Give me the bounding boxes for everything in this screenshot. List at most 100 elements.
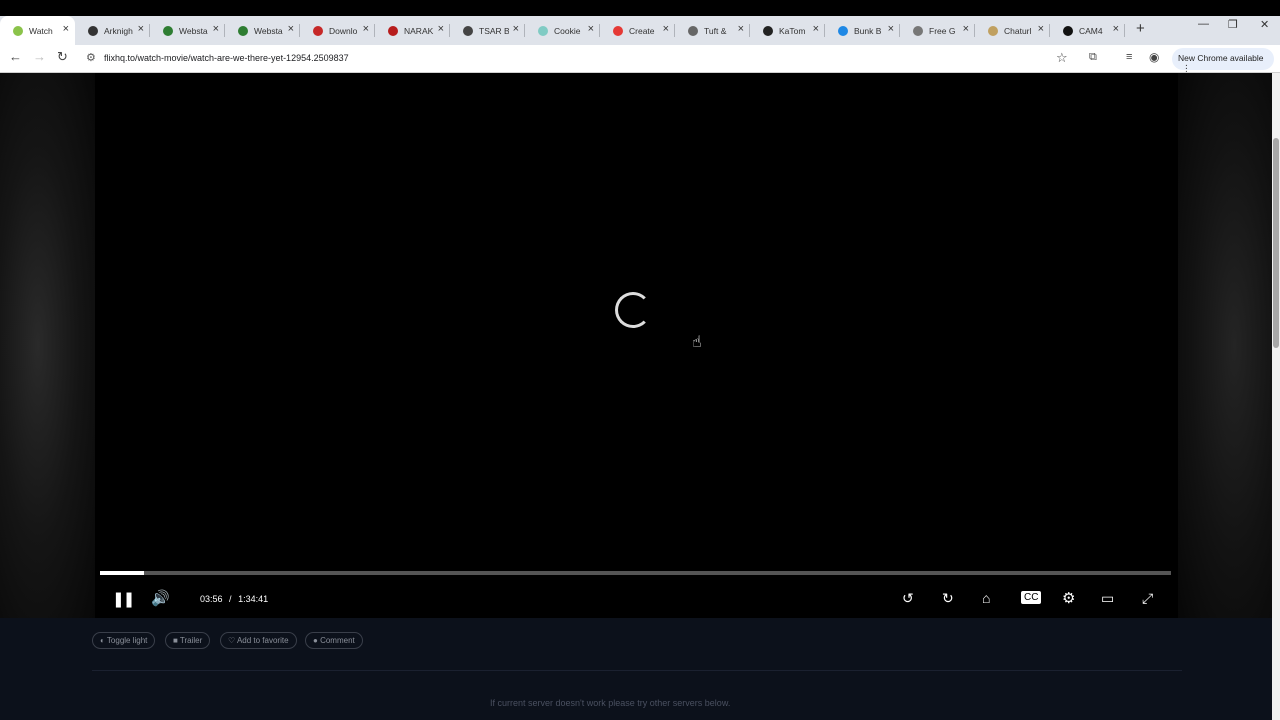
- comment-icon: ●: [313, 636, 318, 645]
- browser-tab[interactable]: CAM4 ×: [1050, 16, 1125, 45]
- bookmark-star-icon[interactable]: ☆: [1056, 50, 1068, 66]
- tab-separator: [1124, 24, 1125, 37]
- top-bezel: [0, 0, 1280, 16]
- profile-icon[interactable]: ◉: [1149, 50, 1159, 64]
- update-chrome-button[interactable]: New Chrome available ⋮: [1172, 48, 1274, 73]
- browser-tab[interactable]: Free G ×: [900, 16, 975, 45]
- tab-favicon-icon: [13, 25, 23, 36]
- seek-bar-played: [100, 571, 145, 575]
- rewind-10-icon[interactable]: ↺: [902, 590, 914, 607]
- tab-close-icon[interactable]: ×: [588, 23, 594, 35]
- tab-title: Bunk B: [854, 25, 882, 36]
- browser-tab[interactable]: Watch ×: [0, 16, 75, 45]
- menu-icon[interactable]: ⋮: [1182, 63, 1191, 73]
- video-camera-icon: ■: [173, 636, 178, 645]
- address-bar[interactable]: ⚙ flixhq.to/watch-movie/watch-are-we-the…: [80, 48, 1080, 70]
- tab-favicon-icon: [88, 25, 98, 36]
- fullscreen-icon[interactable]: ⤢: [1142, 590, 1153, 607]
- tab-close-icon[interactable]: ×: [513, 23, 519, 35]
- tab-favicon-icon: [913, 25, 923, 36]
- toggle-light-label: Toggle light: [106, 636, 148, 645]
- browser-tab[interactable]: Tuft & ×: [675, 16, 750, 45]
- picture-in-picture-icon[interactable]: ▭: [1101, 590, 1114, 607]
- tab-close-icon[interactable]: ×: [963, 23, 969, 35]
- tab-close-icon[interactable]: ×: [888, 23, 894, 35]
- tab-close-icon[interactable]: ×: [663, 23, 669, 35]
- new-tab-button[interactable]: +: [1136, 20, 1145, 37]
- tab-close-icon[interactable]: ×: [363, 23, 369, 35]
- toggle-light-button[interactable]: ◐ Toggle light: [92, 632, 156, 649]
- minimize-button[interactable]: —: [1198, 18, 1209, 30]
- captions-icon[interactable]: CC: [1021, 591, 1042, 604]
- tab-favicon-icon: [613, 25, 623, 36]
- cast-icon[interactable]: ⌂: [982, 590, 990, 606]
- restore-button[interactable]: ❐: [1228, 18, 1238, 31]
- browser-tab[interactable]: KaTom ×: [750, 16, 825, 45]
- back-icon[interactable]: ←: [9, 49, 22, 64]
- tab-close-icon[interactable]: ×: [1113, 23, 1119, 35]
- tab-close-icon[interactable]: ×: [813, 23, 819, 35]
- media-controls-icon[interactable]: ≡: [1126, 51, 1132, 63]
- forward-10-icon[interactable]: ↻: [942, 590, 954, 607]
- tab-title: Arknigh: [104, 25, 133, 36]
- time-separator: /: [229, 594, 232, 604]
- divider: [92, 670, 1182, 671]
- hand-cursor-icon: ☝: [692, 334, 702, 351]
- site-info-icon[interactable]: ⚙: [86, 51, 96, 64]
- browser-tab[interactable]: Create ×: [600, 16, 675, 45]
- toggle-light-icon: ◐: [100, 636, 105, 645]
- forward-icon[interactable]: →: [33, 49, 46, 64]
- tab-favicon-icon: [688, 25, 698, 36]
- browser-toolbar: ← → ↻ ⚙ flixhq.to/watch-movie/watch-are-…: [0, 45, 1280, 73]
- tab-close-icon[interactable]: ×: [213, 23, 219, 35]
- tab-close-icon[interactable]: ×: [1038, 23, 1044, 35]
- seek-bar[interactable]: [100, 571, 1171, 575]
- server-hint: If current server doesn't work please tr…: [490, 698, 731, 708]
- video-player[interactable]: [95, 73, 1178, 618]
- tab-title: KaTom: [779, 25, 806, 36]
- browser-tab[interactable]: Arknigh ×: [75, 16, 150, 45]
- add-to-favorite-button[interactable]: ♡ Add to favorite: [220, 632, 297, 649]
- tab-title: Websta: [254, 25, 283, 36]
- browser-tab[interactable]: Websta ×: [225, 16, 300, 45]
- update-label: New Chrome available: [1178, 53, 1264, 63]
- tab-title: CAM4: [1079, 25, 1103, 36]
- comment-button[interactable]: ● Comment: [305, 632, 363, 649]
- tab-close-icon[interactable]: ×: [438, 23, 444, 35]
- tabs-row: Watch × Arknigh × Websta × Websta × Downlo × NARAK…: [0, 16, 1125, 45]
- browser-tab[interactable]: Chaturl ×: [975, 16, 1050, 45]
- loading-spinner-icon: [615, 292, 651, 328]
- tab-title: NARAK: [404, 25, 434, 36]
- url-text[interactable]: flixhq.to/watch-movie/watch-are-we-there…: [104, 53, 349, 63]
- tab-close-icon[interactable]: ×: [138, 23, 144, 35]
- tab-title: Create: [629, 25, 655, 36]
- tab-close-icon[interactable]: ×: [63, 23, 69, 35]
- tab-close-icon[interactable]: ×: [288, 23, 294, 35]
- trailer-label: Trailer: [179, 636, 203, 645]
- cast-tab-icon[interactable]: ⧉: [1089, 51, 1097, 64]
- page-content: ☝ ❚❚ 🔊 03:56 / 1:34:41 ↺ ↻ ⌂ CC ⚙ ▭ ⤢ ◐ …: [0, 73, 1272, 720]
- scrollbar[interactable]: [1272, 73, 1280, 720]
- browser-tab[interactable]: Cookie ×: [525, 16, 600, 45]
- tab-close-icon[interactable]: ×: [738, 23, 744, 35]
- browser-tab[interactable]: NARAK ×: [375, 16, 450, 45]
- tab-favicon-icon: [838, 25, 848, 36]
- pause-icon[interactable]: ❚❚: [112, 590, 135, 608]
- browser-tab[interactable]: TSAR B ×: [450, 16, 525, 45]
- tab-title: Cookie: [554, 25, 581, 36]
- comment-label: Comment: [320, 636, 355, 645]
- browser-tab[interactable]: Bunk B ×: [825, 16, 900, 45]
- close-window-button[interactable]: ✕: [1260, 18, 1269, 31]
- scrollbar-thumb[interactable]: [1273, 138, 1279, 348]
- browser-tab[interactable]: Websta ×: [150, 16, 225, 45]
- tab-favicon-icon: [538, 25, 548, 36]
- tab-favicon-icon: [313, 25, 323, 36]
- browser-tab[interactable]: Downlo ×: [300, 16, 375, 45]
- volume-icon[interactable]: 🔊: [151, 589, 170, 607]
- heart-icon: ♡: [228, 636, 236, 645]
- settings-gear-icon[interactable]: ⚙: [1062, 589, 1075, 607]
- reload-icon[interactable]: ↻: [57, 49, 68, 65]
- current-time: 03:56: [200, 594, 223, 604]
- tab-favicon-icon: [238, 25, 248, 36]
- trailer-button[interactable]: ■ Trailer: [165, 632, 211, 649]
